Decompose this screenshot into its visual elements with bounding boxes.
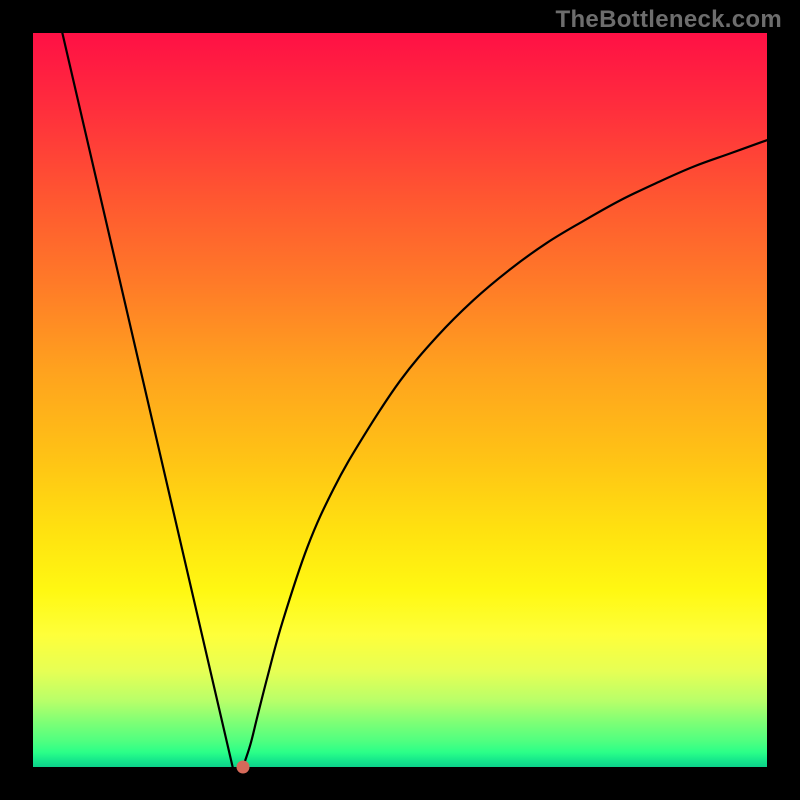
curve-minimum-marker xyxy=(236,761,249,774)
curve-right-branch xyxy=(243,140,767,767)
chart-curve-layer xyxy=(33,33,767,767)
chart-container: TheBottleneck.com xyxy=(0,0,800,800)
watermark-text: TheBottleneck.com xyxy=(556,6,782,34)
curve-left-branch xyxy=(62,33,232,767)
